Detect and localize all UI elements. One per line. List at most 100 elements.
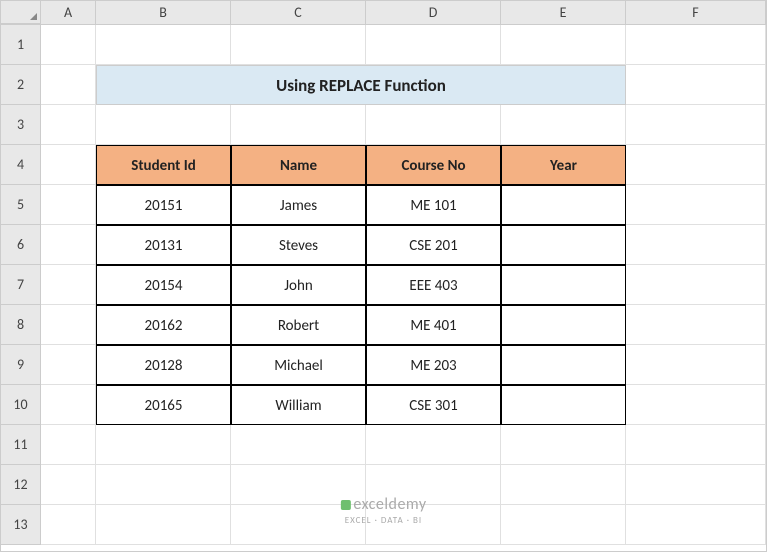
cell-name[interactable]: James: [231, 185, 366, 225]
col-header-D[interactable]: D: [366, 1, 501, 24]
cell-A2[interactable]: [41, 65, 96, 105]
cell-F9[interactable]: [626, 345, 766, 385]
cell-year[interactable]: [501, 265, 626, 305]
row-header-11[interactable]: 11: [1, 425, 41, 465]
cell-course[interactable]: ME 101: [366, 185, 501, 225]
cell-F4[interactable]: [626, 145, 766, 185]
cell-F5[interactable]: [626, 185, 766, 225]
cell-B11[interactable]: [96, 425, 231, 465]
cell-F6[interactable]: [626, 225, 766, 265]
cell-F3[interactable]: [626, 105, 766, 145]
col-header-B[interactable]: B: [96, 1, 231, 24]
cell-B13[interactable]: [96, 505, 231, 545]
cell-A4[interactable]: [41, 145, 96, 185]
cell-student-id[interactable]: 20162: [96, 305, 231, 345]
cell-E12[interactable]: [501, 465, 626, 505]
cell-A1[interactable]: [41, 25, 96, 65]
cell-course[interactable]: CSE 301: [366, 385, 501, 425]
cell-E11[interactable]: [501, 425, 626, 465]
row-4: 4 Student Id Name Course No Year: [1, 145, 766, 185]
col-header-E[interactable]: E: [501, 1, 626, 24]
cell-B12[interactable]: [96, 465, 231, 505]
cell-name[interactable]: John: [231, 265, 366, 305]
cell-F13[interactable]: [626, 505, 766, 545]
row-header-4[interactable]: 4: [1, 145, 41, 185]
cell-year[interactable]: [501, 305, 626, 345]
row-header-3[interactable]: 3: [1, 105, 41, 145]
spreadsheet-grid: A B C D E F 1 2 Using REPLACE Function 3: [0, 0, 767, 552]
col-header-A[interactable]: A: [41, 1, 96, 24]
watermark-brand: exceldemy: [340, 495, 426, 516]
cell-D11[interactable]: [366, 425, 501, 465]
row-6: 6 20131 Steves CSE 201: [1, 225, 766, 265]
cell-A13[interactable]: [41, 505, 96, 545]
header-year[interactable]: Year: [501, 145, 626, 185]
header-course-no[interactable]: Course No: [366, 145, 501, 185]
cell-course[interactable]: EEE 403: [366, 265, 501, 305]
cell-A3[interactable]: [41, 105, 96, 145]
cell-student-id[interactable]: 20165: [96, 385, 231, 425]
cell-A12[interactable]: [41, 465, 96, 505]
cell-year[interactable]: [501, 345, 626, 385]
row-header-7[interactable]: 7: [1, 265, 41, 305]
cell-name[interactable]: Robert: [231, 305, 366, 345]
row-header-12[interactable]: 12: [1, 465, 41, 505]
cell-A8[interactable]: [41, 305, 96, 345]
cell-year[interactable]: [501, 185, 626, 225]
row-header-9[interactable]: 9: [1, 345, 41, 385]
cell-E13[interactable]: [501, 505, 626, 545]
cell-E3[interactable]: [501, 105, 626, 145]
header-name[interactable]: Name: [231, 145, 366, 185]
header-student-id[interactable]: Student Id: [96, 145, 231, 185]
cell-name[interactable]: Michael: [231, 345, 366, 385]
cell-name[interactable]: Steves: [231, 225, 366, 265]
row-7: 7 20154 John EEE 403: [1, 265, 766, 305]
cell-student-id[interactable]: 20154: [96, 265, 231, 305]
col-header-C[interactable]: C: [231, 1, 366, 24]
row-header-13[interactable]: 13: [1, 505, 41, 545]
cell-B1[interactable]: [96, 25, 231, 65]
row-header-10[interactable]: 10: [1, 385, 41, 425]
cell-B3[interactable]: [96, 105, 231, 145]
cell-name[interactable]: William: [231, 385, 366, 425]
cell-course[interactable]: CSE 201: [366, 225, 501, 265]
row-header-1[interactable]: 1: [1, 25, 41, 65]
cell-F8[interactable]: [626, 305, 766, 345]
cell-F7[interactable]: [626, 265, 766, 305]
cell-A5[interactable]: [41, 185, 96, 225]
row-header-2[interactable]: 2: [1, 65, 41, 105]
cell-C1[interactable]: [231, 25, 366, 65]
select-all-corner[interactable]: [1, 1, 41, 24]
row-10: 10 20165 William CSE 301: [1, 385, 766, 425]
cell-D1[interactable]: [366, 25, 501, 65]
cell-D3[interactable]: [366, 105, 501, 145]
cell-course[interactable]: ME 203: [366, 345, 501, 385]
cell-course[interactable]: ME 401: [366, 305, 501, 345]
cell-F11[interactable]: [626, 425, 766, 465]
cell-A6[interactable]: [41, 225, 96, 265]
cell-year[interactable]: [501, 385, 626, 425]
row-header-5[interactable]: 5: [1, 185, 41, 225]
cell-C3[interactable]: [231, 105, 366, 145]
cell-A7[interactable]: [41, 265, 96, 305]
cell-A10[interactable]: [41, 385, 96, 425]
cell-E1[interactable]: [501, 25, 626, 65]
cell-A9[interactable]: [41, 345, 96, 385]
cell-student-id[interactable]: 20131: [96, 225, 231, 265]
col-header-F[interactable]: F: [626, 1, 766, 24]
row-header-6[interactable]: 6: [1, 225, 41, 265]
watermark-brand-text: exceldemy: [353, 495, 426, 514]
cell-F10[interactable]: [626, 385, 766, 425]
cell-student-id[interactable]: 20128: [96, 345, 231, 385]
title-merged-cell[interactable]: Using REPLACE Function: [96, 65, 626, 105]
row-header-8[interactable]: 8: [1, 305, 41, 345]
cell-C11[interactable]: [231, 425, 366, 465]
watermark-subtitle: EXCEL · DATA · BI: [340, 515, 426, 527]
cell-student-id[interactable]: 20151: [96, 185, 231, 225]
row-1: 1: [1, 25, 766, 65]
cell-A11[interactable]: [41, 425, 96, 465]
cell-F1[interactable]: [626, 25, 766, 65]
cell-F12[interactable]: [626, 465, 766, 505]
cell-year[interactable]: [501, 225, 626, 265]
cell-F2[interactable]: [626, 65, 766, 105]
